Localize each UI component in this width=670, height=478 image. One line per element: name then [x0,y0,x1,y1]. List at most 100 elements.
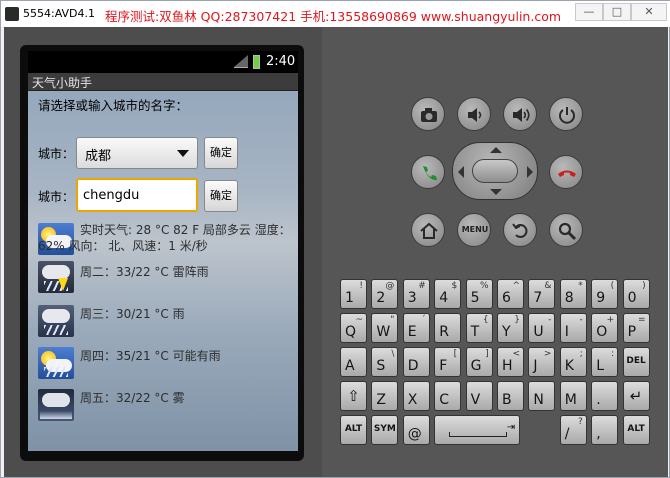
key-main-label: W [376,324,391,340]
city-input-label: 城市： [38,190,75,204]
dpad-up-arrow-icon[interactable] [490,147,502,153]
city-spinner[interactable]: 成都 [76,137,198,169]
window-title: 5554:AVD4.1 [23,7,96,20]
dpad[interactable] [452,142,538,200]
search-button[interactable] [549,213,583,247]
chance-of-rain-icon [38,347,74,379]
key-sub-label: + [606,315,615,325]
alt-key-left[interactable]: ALT [340,415,367,445]
key-x[interactable]: X [402,381,430,411]
key-main-label: M [564,392,577,408]
key-.[interactable]: . [591,381,619,411]
key-main-label: D [407,358,419,374]
key-main-label: Q [345,324,357,340]
key-5[interactable]: 5% [465,279,493,309]
key-8[interactable]: 8 * [559,279,587,309]
end-call-button[interactable] [549,155,583,189]
comma-key[interactable]: , [591,415,619,445]
key-z[interactable]: Z [371,381,399,411]
home-button[interactable] [411,213,445,247]
confirm-input-button[interactable]: 确定 [204,180,238,212]
key-sub-label: - [579,315,583,325]
end-call-icon [558,170,576,177]
key-s[interactable]: S \ [371,347,399,377]
sym-key[interactable]: SYM [371,415,399,445]
key-g[interactable]: G] [465,347,493,377]
key-o[interactable]: O + [591,313,619,343]
key-0[interactable]: 0) [622,279,650,309]
menu-button[interactable]: MENU [457,213,491,247]
key-k[interactable]: K; [559,347,587,377]
dpad-down-arrow-icon[interactable] [490,189,502,195]
key-3[interactable]: 3 # [402,279,430,309]
key-main-label: U [533,324,544,340]
key-m[interactable]: M [559,381,587,411]
key-e[interactable]: E ´ [402,313,430,343]
key-4[interactable]: 4 $ [434,279,462,309]
enter-key[interactable]: ↵ [622,381,650,411]
key-main-label: K [564,358,574,374]
key-j[interactable]: J > [528,347,556,377]
key-c[interactable]: C [434,381,462,411]
home-icon [420,222,438,239]
alt-key-right[interactable]: ALT [622,415,650,445]
camera-button[interactable] [411,97,445,131]
slash-key[interactable]: /? [559,415,587,445]
key-b[interactable]: B [497,381,524,411]
key-sub-label: [ [453,349,458,359]
enter-icon: ↵ [629,387,643,405]
key-sub-label: ( [610,281,615,291]
key-a[interactable]: A [340,347,367,377]
key-u[interactable]: U- [528,313,556,343]
volume-down-icon [468,108,482,122]
space-key[interactable]: ⇥ [434,415,521,445]
key-f[interactable]: F[ [434,347,462,377]
key-sub-label: % [480,281,489,291]
volume-down-button[interactable] [457,97,491,131]
key-r[interactable]: R [434,313,462,343]
device-screen: 2:40 天气小助手 请选择或输入城市的名字： 城市： 成都 确定 城市： 确定… [28,51,298,451]
key-h[interactable]: H < [497,347,524,377]
key-t[interactable]: T{ [465,313,493,343]
key-2[interactable]: 2 @ [371,279,399,309]
sym-label: SYM [373,424,396,434]
key-q[interactable]: Q ~ [340,313,367,343]
key-7[interactable]: 7 & [528,279,556,309]
close-button[interactable]: ✕ [631,3,667,21]
tab-icon: ⇥ [506,422,516,433]
power-button[interactable] [549,97,583,131]
key-p[interactable]: P = [622,313,650,343]
key-sub-label: ) [642,281,646,291]
delete-key[interactable]: DEL [622,347,650,377]
key-i[interactable]: I- [559,313,587,343]
volume-up-button[interactable] [503,97,537,131]
minimize-button[interactable]: — [575,3,603,21]
key-6[interactable]: 6 ^ [497,279,524,309]
key-1[interactable]: 1! [340,279,367,309]
call-button[interactable] [411,155,445,189]
city-input[interactable] [76,178,198,212]
key-y[interactable]: Y} [497,313,524,343]
back-button[interactable] [503,213,537,247]
current-weather-text-2: 62% 风向： 北、风速：1 米/秒 [38,239,208,253]
dpad-center-button[interactable] [472,159,518,183]
at-key[interactable]: @ [402,415,430,445]
key-l[interactable]: L: [591,347,619,377]
confirm-spinner-button[interactable]: 确定 [204,137,238,169]
camera-icon [421,108,437,122]
shift-key[interactable]: ⇧ [340,381,367,411]
shift-icon: ⇧ [347,387,360,405]
key-n[interactable]: N [528,381,556,411]
key-9[interactable]: 9( [591,279,619,309]
slash-sub-label: ? [578,417,583,427]
dpad-right-arrow-icon[interactable] [527,166,533,178]
maximize-button[interactable]: □ [603,3,631,21]
app-title-bar: 天气小助手 [28,73,298,91]
key-v[interactable]: V [465,381,493,411]
key-main-label: N [533,392,544,408]
key-main-label: G [470,358,482,374]
dpad-left-arrow-icon[interactable] [458,166,464,178]
key-d[interactable]: D [402,347,430,377]
key-w[interactable]: W " [371,313,399,343]
key-sub-label: $ [451,281,458,291]
